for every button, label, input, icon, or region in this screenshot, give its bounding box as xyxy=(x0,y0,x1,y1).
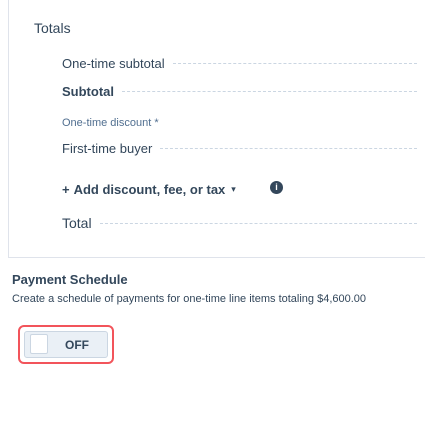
dotted-leader xyxy=(160,148,417,149)
dotted-leader xyxy=(99,222,417,224)
dotted-leader xyxy=(172,63,417,64)
subtotal-row: Subtotal xyxy=(62,84,425,99)
add-discount-fee-tax-button[interactable]: + Add discount, fee, or tax ▾ xyxy=(62,182,236,197)
total-row: Total xyxy=(62,215,425,231)
chevron-down-icon: ▾ xyxy=(231,184,236,194)
toggle-state-label: OFF xyxy=(65,338,89,352)
totals-title: Totals xyxy=(34,20,71,36)
payment-schedule-description: Create a schedule of payments for one-ti… xyxy=(12,293,367,305)
plus-icon: + xyxy=(62,182,70,197)
one-time-discount-label: One-time discount * xyxy=(62,117,159,129)
toggle-knob[interactable] xyxy=(30,334,48,354)
add-discount-fee-tax-label: Add discount, fee, or tax xyxy=(73,182,226,197)
payment-schedule-title: Payment Schedule xyxy=(12,272,128,287)
info-icon[interactable]: i xyxy=(270,181,283,194)
one-time-subtotal-row: One-time subtotal xyxy=(62,56,425,71)
dotted-leader xyxy=(122,91,417,92)
first-time-buyer-row[interactable]: First-time buyer xyxy=(62,141,425,156)
subtotal-label: Subtotal xyxy=(62,84,114,99)
total-label: Total xyxy=(62,215,92,231)
first-time-buyer-label[interactable]: First-time buyer xyxy=(62,141,152,156)
one-time-discount-row: One-time discount * xyxy=(62,117,425,129)
one-time-subtotal-label: One-time subtotal xyxy=(62,56,165,71)
